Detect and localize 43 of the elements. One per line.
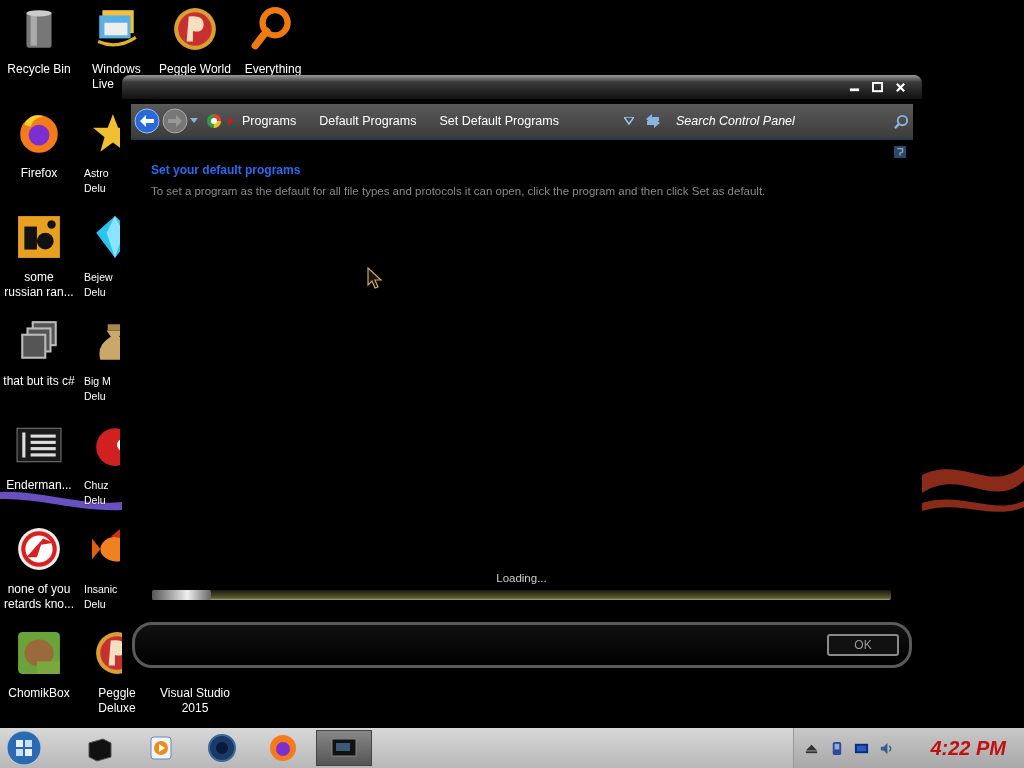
page-heading: Set your default programs <box>151 163 302 177</box>
icon-label: some russian ran... <box>4 270 74 300</box>
ring-globe-icon <box>268 733 298 763</box>
icon-label: Peggle World <box>159 62 231 77</box>
loading-text: Loading... <box>495 572 548 584</box>
control-panel-icon <box>206 113 222 129</box>
search-field[interactable]: Search Control Panel <box>674 113 894 129</box>
icon-label: Windows Live <box>91 62 141 92</box>
animal-tile-icon[interactable] <box>16 630 62 676</box>
tile-icon[interactable] <box>16 214 62 260</box>
swoosh-icon[interactable] <box>16 526 62 572</box>
icon-label: Astro Delu <box>84 166 109 196</box>
breadcrumb-item[interactable]: Programs <box>242 114 297 128</box>
breadcrumb-item[interactable]: Set Default Programs <box>439 114 559 128</box>
caret-icon[interactable] <box>190 118 198 124</box>
dropdown-icon[interactable] <box>624 117 634 125</box>
icon-label: Firefox <box>20 166 58 181</box>
globe-icon <box>207 733 237 763</box>
badge-icon[interactable] <box>172 6 218 52</box>
icon-label: Insanic Delu <box>84 582 118 612</box>
icon-label: Bejew Delu <box>84 270 113 300</box>
icon-label: Recycle Bin <box>7 62 71 77</box>
start-button[interactable] <box>6 730 42 766</box>
icon-label: Big M Delu <box>84 374 111 404</box>
taskbar-button[interactable] <box>316 730 372 766</box>
breadcrumb-item[interactable]: Default Programs <box>319 114 417 128</box>
icon-label: Enderman... <box>6 478 72 493</box>
icon-label: Peggle Deluxe <box>98 686 136 716</box>
close-icon[interactable] <box>895 81 906 93</box>
maximize-icon[interactable] <box>872 81 883 93</box>
icon-label: ChomikBox <box>8 686 70 701</box>
description-text: To set a program as the default for all file types and protocols it can open, click the program and then click Set as default. <box>151 185 767 197</box>
icon-label: none of you retards kno... <box>4 582 74 612</box>
ok-button[interactable]: OK <box>827 634 899 656</box>
refresh-icon[interactable] <box>644 112 662 130</box>
icon-label: that but its c# <box>3 374 75 389</box>
forward-button[interactable] <box>162 108 188 134</box>
mouse-pointer-icon <box>367 267 383 289</box>
help-icon[interactable] <box>894 145 906 159</box>
back-button[interactable] <box>134 108 160 134</box>
icon-label: Visual Studio 2015 <box>160 686 230 716</box>
icon-label: Everything <box>244 62 302 77</box>
search-icon[interactable] <box>894 113 909 129</box>
